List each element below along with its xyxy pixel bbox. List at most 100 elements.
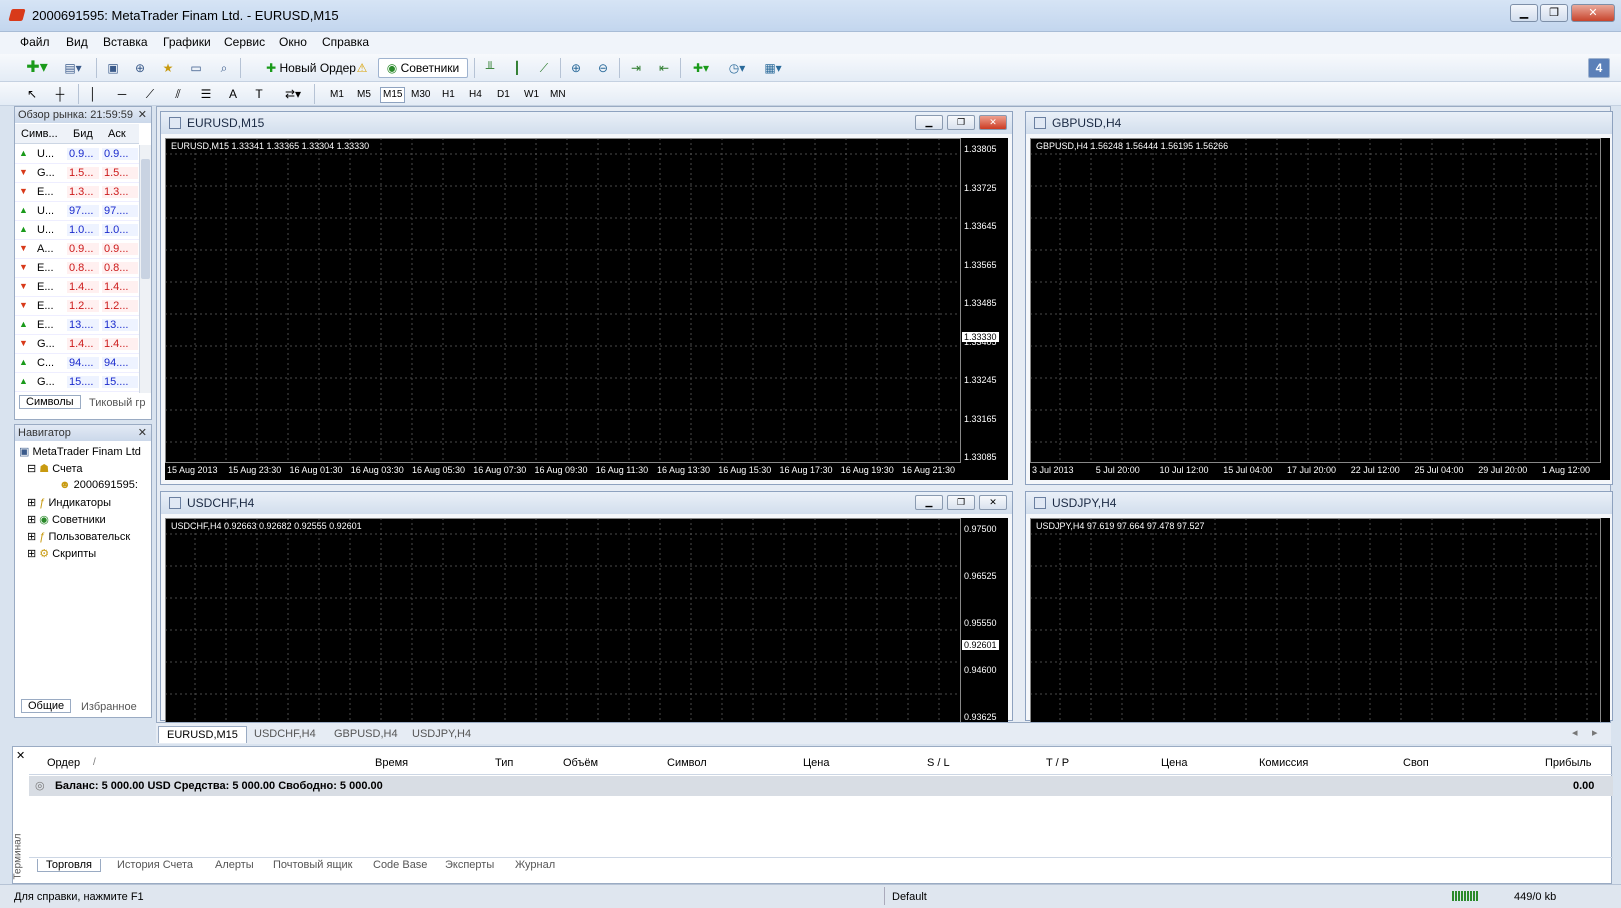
market-watch-icon[interactable]: ▣ [103, 58, 123, 78]
tf-m15[interactable]: M15 [380, 87, 406, 103]
minimize-button[interactable]: ▁ [915, 115, 943, 130]
market-watch-row[interactable]: ▲ U... 97.... 97.... [15, 202, 139, 221]
candle-chart-icon[interactable]: ┃ [507, 58, 527, 78]
market-watch-row[interactable]: ▲ U... 0.9... 0.9... [15, 145, 139, 164]
col-time[interactable]: Время [375, 757, 408, 769]
close-icon[interactable]: ✕ [138, 107, 147, 123]
autoscroll-icon[interactable]: ⇥ [626, 58, 646, 78]
arrows-icon[interactable]: ⇄▾ [280, 84, 306, 104]
tab-trade[interactable]: Торговля [37, 859, 101, 872]
profiles-icon[interactable]: ▤▾ [58, 58, 88, 78]
vertical-line-icon[interactable]: │ [85, 84, 101, 104]
experts-button[interactable]: ◉ Советники [378, 58, 468, 78]
tree-experts[interactable]: ⊞ ◉ Советники [19, 513, 141, 530]
col-price2[interactable]: Цена [1161, 757, 1187, 769]
tabs-scroll-right-icon[interactable]: ▸ [1592, 726, 1598, 739]
bar-chart-icon[interactable]: ╨ [480, 58, 500, 78]
restore-button[interactable]: ❐ [947, 495, 975, 510]
close-button[interactable]: ✕ [1571, 4, 1615, 22]
crosshair-icon[interactable]: ┼ [50, 84, 70, 104]
chart-usdchf[interactable]: USDCHF,H4 0.92663 0.92682 0.92555 0.9260… [165, 518, 1008, 722]
market-watch-row[interactable]: ▲ C... 94.... 94.... [15, 354, 139, 373]
tree-account-item[interactable]: ☻ 2000691595: [19, 479, 141, 496]
chart-tab-usdjpy[interactable]: USDJPY,H4 [404, 726, 479, 743]
tab-history[interactable]: История Счета [117, 859, 193, 871]
tf-d1[interactable]: D1 [497, 89, 510, 100]
col-volume[interactable]: Объём [563, 757, 598, 769]
col-commission[interactable]: Комиссия [1259, 757, 1308, 769]
chart-tab-usdchf[interactable]: USDCHF,H4 [246, 726, 324, 743]
navigator-icon[interactable]: ★ [158, 58, 178, 78]
indicators-icon[interactable]: ✚▾ [686, 58, 716, 78]
chart-gbpusd[interactable]: GBPUSD,H4 1.56248 1.56444 1.56195 1.5626… [1030, 138, 1610, 480]
zoom-out-icon[interactable]: ⊖ [593, 58, 613, 78]
menu-window[interactable]: Окно [279, 35, 307, 49]
tf-mn[interactable]: MN [550, 89, 566, 100]
chart-window-header[interactable]: USDJPY,H4 [1026, 492, 1612, 514]
maximize-button[interactable]: ❐ [1540, 4, 1568, 22]
balance-row[interactable]: ◎ Баланс: 5 000.00 USD Средства: 5 000.0… [29, 776, 1613, 796]
col-tp[interactable]: T / P [1046, 757, 1069, 769]
tf-w1[interactable]: W1 [524, 89, 539, 100]
tf-m30[interactable]: M30 [411, 89, 430, 100]
tab-alerts[interactable]: Алерты [215, 859, 254, 871]
market-watch-row[interactable]: ▲ U... 1.0... 1.0... [15, 221, 139, 240]
tree-scripts[interactable]: ⊞ ⚙ Скрипты [19, 547, 141, 564]
chart-window-header[interactable]: EURUSD,M15 [161, 112, 1012, 134]
tf-m5[interactable]: M5 [357, 89, 371, 100]
tab-common[interactable]: Общие [21, 699, 72, 713]
templates-icon[interactable]: ▦▾ [758, 58, 788, 78]
scrollbar[interactable] [139, 145, 151, 393]
chart-usdjpy[interactable]: USDJPY,H4 97.619 97.664 97.478 97.527 [1030, 518, 1610, 722]
market-watch-row[interactable]: ▼ E... 1.4... 1.4... [15, 278, 139, 297]
text-icon[interactable]: A [224, 84, 242, 104]
tab-favorites[interactable]: Избранное [81, 701, 137, 713]
tree-accounts[interactable]: ⊟ ☗ Счета [19, 462, 141, 479]
tf-h4[interactable]: H4 [469, 89, 482, 100]
restore-button[interactable]: ❐ [947, 115, 975, 130]
tf-h1[interactable]: H1 [442, 89, 455, 100]
fibonacci-icon[interactable]: ☰ [196, 84, 216, 104]
text-label-icon[interactable]: T [250, 84, 268, 104]
zoom-in-icon[interactable]: ⊕ [566, 58, 586, 78]
market-watch-row[interactable]: ▼ E... 0.8... 0.8... [15, 259, 139, 278]
menu-charts[interactable]: Графики [163, 35, 211, 49]
terminal-icon[interactable]: ▭ [186, 58, 206, 78]
notifications-badge[interactable]: 4 [1588, 58, 1610, 78]
menu-view[interactable]: Вид [66, 35, 88, 49]
col-type[interactable]: Тип [495, 757, 513, 769]
market-watch-row[interactable]: ▼ E... 1.3... 1.3... [15, 183, 139, 202]
close-icon[interactable]: ✕ [16, 749, 25, 762]
chart-tab-gbpusd[interactable]: GBPUSD,H4 [326, 726, 406, 743]
market-watch-row[interactable]: ▼ G... 1.5... 1.5... [15, 164, 139, 183]
close-icon[interactable]: ✕ [138, 425, 147, 441]
col-symbol[interactable]: Символ [667, 757, 707, 769]
trendline-icon[interactable]: ⟋ [140, 84, 160, 104]
menu-insert[interactable]: Вставка [103, 35, 148, 49]
tree-root[interactable]: ▣ MetaTrader Finam Ltd [19, 445, 141, 462]
chart-eurusd[interactable]: EURUSD,M15 1.33341 1.33365 1.33304 1.333… [165, 138, 1008, 480]
col-sl[interactable]: S / L [927, 757, 950, 769]
market-watch-row[interactable]: ▼ E... 1.2... 1.2... [15, 297, 139, 316]
line-chart-icon[interactable]: ⟋ [534, 58, 554, 78]
market-watch-row[interactable]: ▼ A... 0.9... 0.9... [15, 240, 139, 259]
col-profit[interactable]: Прибыль [1545, 757, 1592, 769]
data-window-icon[interactable]: ⊕ [130, 58, 150, 78]
menu-help[interactable]: Справка [322, 35, 369, 49]
horizontal-line-icon[interactable]: ─ [112, 84, 132, 104]
alert-icon[interactable]: ⚠ [352, 58, 372, 78]
tab-codebase[interactable]: Code Base [373, 859, 427, 871]
tabs-scroll-left-icon[interactable]: ◂ [1572, 726, 1578, 739]
tester-icon[interactable]: ⌕ [214, 58, 234, 78]
new-chart-icon[interactable]: ✚▾ [22, 58, 52, 78]
chart-shift-icon[interactable]: ⇤ [654, 58, 674, 78]
chart-window-header[interactable]: USDCHF,H4 [161, 492, 1012, 514]
tab-experts[interactable]: Эксперты [445, 859, 494, 871]
periods-icon[interactable]: ◷▾ [722, 58, 752, 78]
chart-tab-eurusd[interactable]: EURUSD,M15 [158, 726, 247, 743]
col-order[interactable]: Ордер [47, 757, 80, 769]
tree-custom[interactable]: ⊞ ƒ Пользовательск [19, 530, 141, 547]
tf-m1[interactable]: M1 [330, 89, 344, 100]
market-watch-row[interactable]: ▼ G... 1.4... 1.4... [15, 335, 139, 354]
col-symbol[interactable]: Симв... [21, 128, 58, 140]
